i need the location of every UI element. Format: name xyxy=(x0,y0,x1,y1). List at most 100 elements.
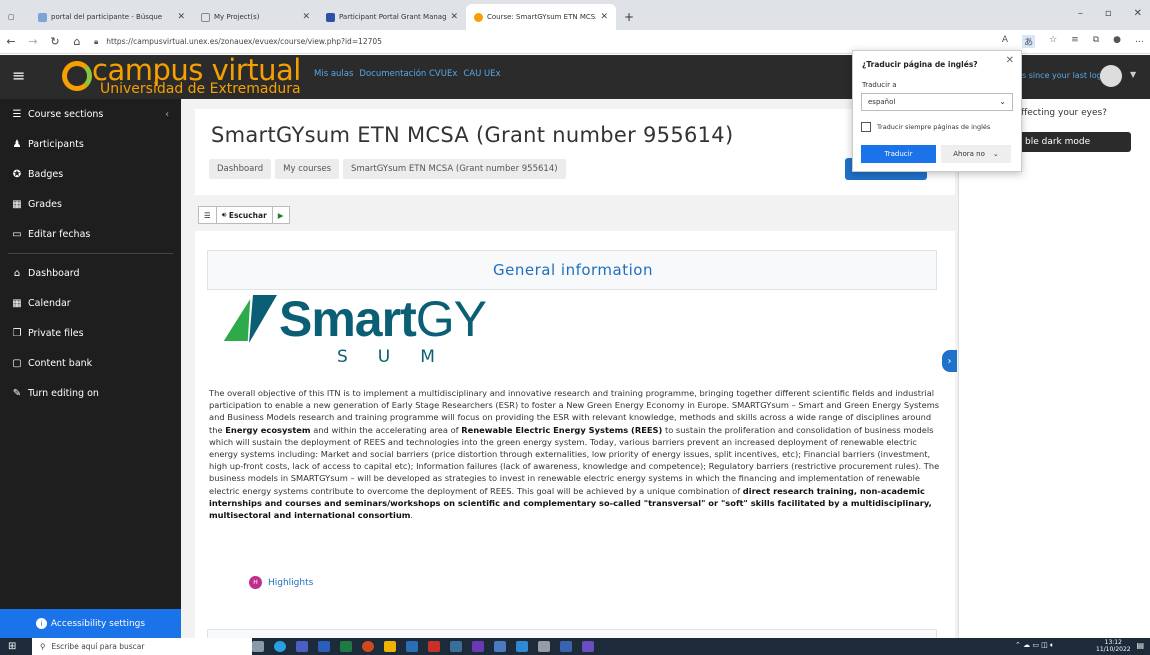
sidebar-item-label: Calendar xyxy=(28,297,71,309)
windows-start-icon[interactable]: ⊞ xyxy=(8,641,24,652)
minimize-icon[interactable]: – xyxy=(1078,8,1083,19)
taskbar-clock[interactable]: 13:12 11/10/2022 xyxy=(1096,639,1131,653)
forward-icon[interactable]: → xyxy=(22,35,44,48)
sidebar-item-grades[interactable]: ▦ Grades xyxy=(0,189,181,219)
reload-icon[interactable]: ↻ xyxy=(44,35,66,48)
chevron-left-icon[interactable]: ‹ xyxy=(165,109,169,120)
right-drawer: ffecting your eyes? ble dark mode xyxy=(958,99,1150,638)
nav-link-cau[interactable]: CAU UEx xyxy=(463,69,500,79)
notifications-icon[interactable]: ▤ xyxy=(1136,641,1144,650)
window-controls: – ▫ ✕ xyxy=(1078,8,1142,19)
browser-tab[interactable]: portal del participante - Búsque ✕ xyxy=(30,4,193,30)
section-title[interactable]: General information xyxy=(208,261,938,279)
tab-label: Course: SmartGYsum ETN MCSA xyxy=(487,13,597,21)
sidebar-item-dashboard[interactable]: ⌂ Dashboard xyxy=(0,258,181,288)
profile-icon[interactable]: ● xyxy=(1113,35,1121,48)
back-icon[interactable]: ← xyxy=(0,35,22,48)
main-content: SmartGYsum ETN MCSA (Grant number 955614… xyxy=(181,99,958,638)
translate-button[interactable]: Traducir xyxy=(861,145,936,163)
bank-icon: ▢ xyxy=(12,357,22,369)
task-view-icon[interactable] xyxy=(252,641,264,652)
calendar-icon: ▦ xyxy=(12,297,22,309)
language-select[interactable]: español ⌄ xyxy=(861,93,1013,111)
sidebar-item-turn-editing-on[interactable]: ✎ Turn editing on xyxy=(0,378,181,408)
sidebar-item-calendar[interactable]: ▦ Calendar xyxy=(0,288,181,318)
chevron-down-icon[interactable]: ▼ xyxy=(1130,70,1136,79)
vpn-icon[interactable] xyxy=(450,641,462,652)
nav-link-mis-aulas[interactable]: Mis aulas xyxy=(314,69,353,79)
calculator-icon[interactable] xyxy=(406,641,418,652)
collections-icon[interactable]: ⧉ xyxy=(1093,35,1099,48)
avatar[interactable] xyxy=(1100,65,1122,87)
more-icon[interactable]: … xyxy=(1135,35,1144,48)
filezilla-icon[interactable] xyxy=(428,641,440,652)
close-icon[interactable]: ✕ xyxy=(450,12,458,22)
browser-tab[interactable]: My Project(s) ✕ xyxy=(193,4,318,30)
readspeaker-menu-icon[interactable]: ☰ xyxy=(199,207,217,223)
checkbox-box[interactable] xyxy=(861,122,871,132)
file-explorer-icon[interactable] xyxy=(384,641,396,652)
word-icon[interactable] xyxy=(318,641,330,652)
since-last-login: s since your last login xyxy=(1022,71,1110,80)
home-icon[interactable]: ⌂ xyxy=(66,35,88,48)
sidebar-item-label: Participants xyxy=(28,138,84,150)
nav-link-documentacion[interactable]: Documentación CVUEx xyxy=(359,69,457,79)
sidebar-item-participants[interactable]: ♟ Participants xyxy=(0,129,181,159)
translate-icon[interactable]: あ xyxy=(1022,35,1036,48)
favorites-icon[interactable]: ≡ xyxy=(1071,35,1079,48)
teams-icon[interactable] xyxy=(296,641,308,652)
sidebar-item-private-files[interactable]: ❐ Private files xyxy=(0,318,181,348)
next-section-box xyxy=(207,629,937,638)
app-icon[interactable] xyxy=(582,641,594,652)
app-icon[interactable] xyxy=(538,641,550,652)
close-icon[interactable]: ✕ xyxy=(177,12,185,22)
site-logo[interactable]: campus virtual Universidad de Extremadur… xyxy=(60,55,310,97)
sidebar-item-editar-fechas[interactable]: ▭ Editar fechas xyxy=(0,219,181,249)
browser-tab-active[interactable]: Course: SmartGYsum ETN MCSA ✕ xyxy=(466,4,616,30)
tab-label: portal del participante - Búsque xyxy=(51,13,163,21)
excel-icon[interactable] xyxy=(340,641,352,652)
app-icon[interactable] xyxy=(516,641,528,652)
taskbar-search[interactable]: ⚲ Escribe aquí para buscar xyxy=(32,638,252,655)
logo-wordmark: SmartGY xyxy=(279,289,487,349)
breadcrumb-dashboard[interactable]: Dashboard xyxy=(209,159,272,179)
open-drawer-button[interactable]: › xyxy=(942,350,957,372)
close-icon[interactable]: ✕ xyxy=(600,12,608,22)
breadcrumb-my-courses[interactable]: My courses xyxy=(275,159,340,179)
browser-tab-bar: ▢ portal del participante - Búsque ✕ My … xyxy=(0,0,1150,30)
read-aloud-icon[interactable]: A xyxy=(1002,35,1008,48)
onenote-icon[interactable] xyxy=(472,641,484,652)
window-close-icon[interactable]: ✕ xyxy=(1134,8,1142,19)
sidebar-item-label: Dashboard xyxy=(28,267,80,279)
restore-icon[interactable]: ▫ xyxy=(1105,8,1112,19)
always-translate-checkbox[interactable]: Traducir siempre páginas de inglés xyxy=(861,122,990,132)
next-section xyxy=(195,629,955,638)
new-tab-button[interactable]: + xyxy=(616,4,640,30)
tab-actions-button[interactable]: ▢ xyxy=(0,4,30,30)
app-icon[interactable] xyxy=(362,641,374,652)
url-field[interactable]: https://campusvirtual.unex.es/zonauex/ev… xyxy=(106,37,382,46)
app-icon[interactable] xyxy=(494,641,506,652)
breadcrumb-course[interactable]: SmartGYsum ETN MCSA (Grant number 955614… xyxy=(343,159,566,179)
accessibility-settings-button[interactable]: i Accessibility settings xyxy=(0,609,181,638)
close-icon[interactable]: ✕ xyxy=(1006,55,1014,66)
highlights-link[interactable]: H Highlights xyxy=(249,576,313,589)
sidebar-item-course-sections[interactable]: ☰ Course sections ‹ xyxy=(0,99,181,129)
system-tray-icons[interactable]: ⌃ ☁ ▭ ◫ 🔈︎ xyxy=(1015,641,1054,650)
dark-mode-question: ffecting your eyes? xyxy=(1021,108,1107,118)
readspeaker-listen-button[interactable]: 🔊︎ Escuchar xyxy=(217,207,273,223)
play-icon[interactable]: ▶ xyxy=(273,207,289,223)
sidebar-item-badges[interactable]: ✪ Badges xyxy=(0,159,181,189)
app-icon[interactable] xyxy=(560,641,572,652)
close-icon[interactable]: ✕ xyxy=(302,12,310,22)
tab-label: Participant Portal Grant Manage xyxy=(339,13,447,21)
sidebar-item-content-bank[interactable]: ▢ Content bank xyxy=(0,348,181,378)
menu-icon[interactable]: ≡ xyxy=(12,66,25,85)
not-now-button[interactable]: Ahora no ⌄ xyxy=(941,145,1011,163)
browser-tab[interactable]: Participant Portal Grant Manage ✕ xyxy=(318,4,466,30)
edge-icon[interactable] xyxy=(274,641,286,652)
translate-to-label: Traducir a xyxy=(862,81,897,89)
favorite-icon[interactable]: ☆ xyxy=(1049,35,1057,48)
chevron-down-icon: ⌄ xyxy=(999,97,1006,106)
enable-dark-mode-button[interactable]: ble dark mode xyxy=(1019,132,1131,152)
